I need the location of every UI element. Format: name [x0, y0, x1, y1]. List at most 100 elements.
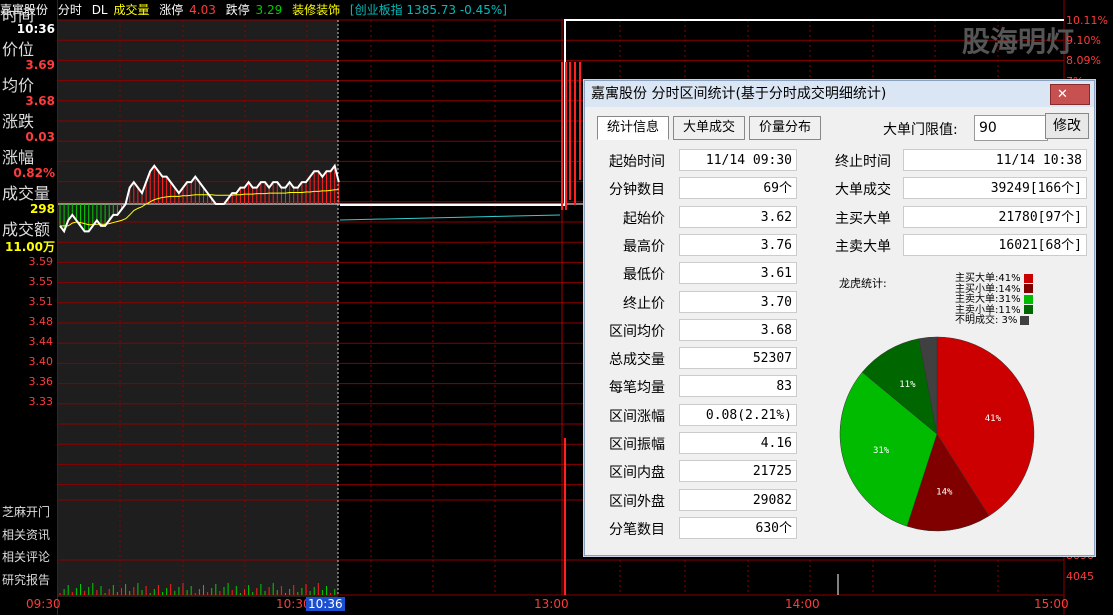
avg-value: 3.68 — [25, 94, 55, 108]
limit-down-label: 跌停 — [225, 3, 250, 17]
stat-label: 主买大单 — [835, 210, 891, 227]
amount-label: 成交额 — [2, 220, 51, 239]
sector-label[interactable]: 装修装饰 — [292, 3, 340, 17]
x-label: 14:00 — [785, 597, 820, 611]
stat-value: 21725 — [679, 460, 797, 483]
legend-label: 主买大单:41% — [955, 273, 1021, 284]
stat-value: 39249[166个] — [903, 177, 1087, 200]
legend-label: 主卖小单:11% — [955, 304, 1021, 316]
stat-value: 3.61 — [679, 262, 797, 285]
dialog-title-bar[interactable]: 嘉寓股份 分时区间统计(基于分时成交明细统计) ✕ — [585, 81, 1094, 107]
legend-item: 主卖大单:31% — [955, 294, 1033, 305]
modify-button[interactable]: 修改 — [1045, 113, 1089, 139]
stat-value: 3.68 — [679, 318, 797, 341]
legend-label: 主卖大单:31% — [955, 294, 1021, 305]
legend-swatch — [1023, 305, 1033, 314]
stat-value: 3.76 — [679, 233, 797, 256]
stat-value: 29082 — [679, 488, 797, 511]
pie-slice-label: 41% — [985, 414, 1002, 424]
stat-label: 区间内盘 — [609, 465, 665, 482]
pie-slice-3 — [839, 371, 938, 527]
interval-stats-dialog[interactable]: 嘉寓股份 分时区间统计(基于分时成交明细统计) ✕ 统计信息 大单成交 价量分布… — [584, 80, 1095, 556]
y-label: 3.48 — [28, 315, 54, 328]
pie-slice-label: 14% — [936, 488, 953, 498]
stat-label: 主卖大单 — [835, 238, 891, 255]
stat-value: 3.70 — [679, 290, 797, 313]
x-label: 13:00 — [534, 597, 569, 611]
threshold-input[interactable] — [974, 115, 1048, 141]
change-value: 0.03 — [25, 130, 55, 144]
price-label: 价位 — [2, 40, 35, 59]
tab-price-volume[interactable]: 价量分布 — [749, 116, 821, 140]
stat-label: 最高价 — [623, 238, 665, 255]
stat-label: 最低价 — [623, 267, 665, 284]
stat-label: 区间振幅 — [609, 437, 665, 453]
link-news[interactable]: 相关资讯 — [2, 526, 50, 543]
tab-big-orders[interactable]: 大单成交 — [673, 116, 745, 140]
legend-swatch — [1020, 315, 1030, 325]
index-label[interactable]: [创业板指 1385.73 -0.45%] — [350, 3, 507, 17]
selected-range — [58, 20, 338, 597]
pie-slice-2 — [906, 433, 990, 532]
stat-label: 分钟数目 — [609, 182, 665, 199]
legend-item: 主卖小单:11% — [955, 305, 1033, 316]
legend-swatch — [1023, 284, 1033, 293]
pie-slice-5 — [918, 336, 938, 435]
x-label: 15:00 — [1034, 597, 1069, 611]
stat-value: 11/14 09:30 — [679, 149, 797, 171]
stat-label: 分笔数目 — [609, 521, 665, 538]
stat-label: 终止价 — [623, 295, 665, 312]
link-comments[interactable]: 相关评论 — [2, 548, 50, 565]
legend-swatch — [1023, 294, 1033, 304]
link-research[interactable]: 研究报告 — [2, 571, 50, 588]
stat-value: 83 — [679, 375, 797, 398]
y-label: 3.40 — [28, 355, 54, 368]
y-label: 3.55 — [28, 275, 54, 288]
mode-label[interactable]: 分时 — [58, 3, 82, 17]
y-right-label: 8.09% — [1066, 54, 1101, 67]
legend-item: 主买小单:14% — [955, 284, 1033, 295]
close-button[interactable]: ✕ — [1050, 84, 1090, 105]
stat-value: 11/14 10:38 — [903, 149, 1087, 171]
stat-label: 起始价 — [623, 210, 665, 227]
stat-label: 起始时间 — [609, 154, 665, 170]
legend-item: 主买大单:41% — [955, 273, 1033, 284]
stat-value: 0.08(2.21%) — [679, 403, 797, 426]
stat-label: 区间外盘 — [609, 493, 665, 510]
y-right-label: 9.10% — [1066, 34, 1101, 47]
stat-value: 69个 — [679, 177, 797, 200]
stat-value: 630个 — [679, 516, 797, 539]
y-right-label: 10.11% — [1066, 14, 1108, 27]
stat-label: 区间涨幅 — [609, 408, 665, 425]
limit-up-value: 4.03 — [189, 3, 216, 17]
cursor-time-label: 10:36 — [306, 597, 345, 611]
link-zhima[interactable]: 芝麻开门 — [2, 503, 50, 520]
stat-value: 4.16 — [679, 432, 797, 454]
pie-slice-label: 31% — [873, 446, 890, 456]
stat-label: 总成交量 — [609, 352, 665, 369]
stat-label: 每笔均量 — [609, 380, 665, 397]
price-value: 3.69 — [25, 58, 55, 72]
pie-slice-1 — [936, 336, 1035, 517]
legend-label: 主买小单:14% — [955, 283, 1021, 295]
x-label: 09:30 — [26, 597, 61, 611]
chart-header: 嘉寓股份 分时 DL 成交量 涨停 4.03 跌停 3.29 装修装饰 [创业板… — [0, 0, 1113, 20]
stat-value: 3.62 — [679, 205, 797, 228]
vol-right-label: 4045 — [1066, 570, 1094, 583]
time-value: 10:36 — [16, 22, 55, 36]
y-label: 3.36 — [28, 375, 54, 388]
vol-label: 成交量 — [2, 184, 51, 203]
stat-label: 大单成交 — [835, 182, 891, 199]
pie-slice-4 — [861, 338, 938, 435]
limit-down-value: 3.29 — [255, 3, 283, 17]
vol-value: 298 — [29, 202, 55, 216]
dialog-title: 嘉寓股份 分时区间统计(基于分时成交明细统计) — [591, 86, 887, 102]
tab-stats[interactable]: 统计信息 — [597, 116, 669, 140]
close-icon: ✕ — [1057, 87, 1068, 102]
stat-value: 52307 — [679, 347, 797, 370]
pct-label: 涨幅 — [2, 148, 35, 167]
legend-swatch — [1023, 273, 1033, 283]
pie-title: 龙虎统计: — [839, 277, 887, 290]
stat-value: 16021[68个] — [903, 233, 1087, 256]
volume-label: 成交量 — [113, 3, 150, 17]
